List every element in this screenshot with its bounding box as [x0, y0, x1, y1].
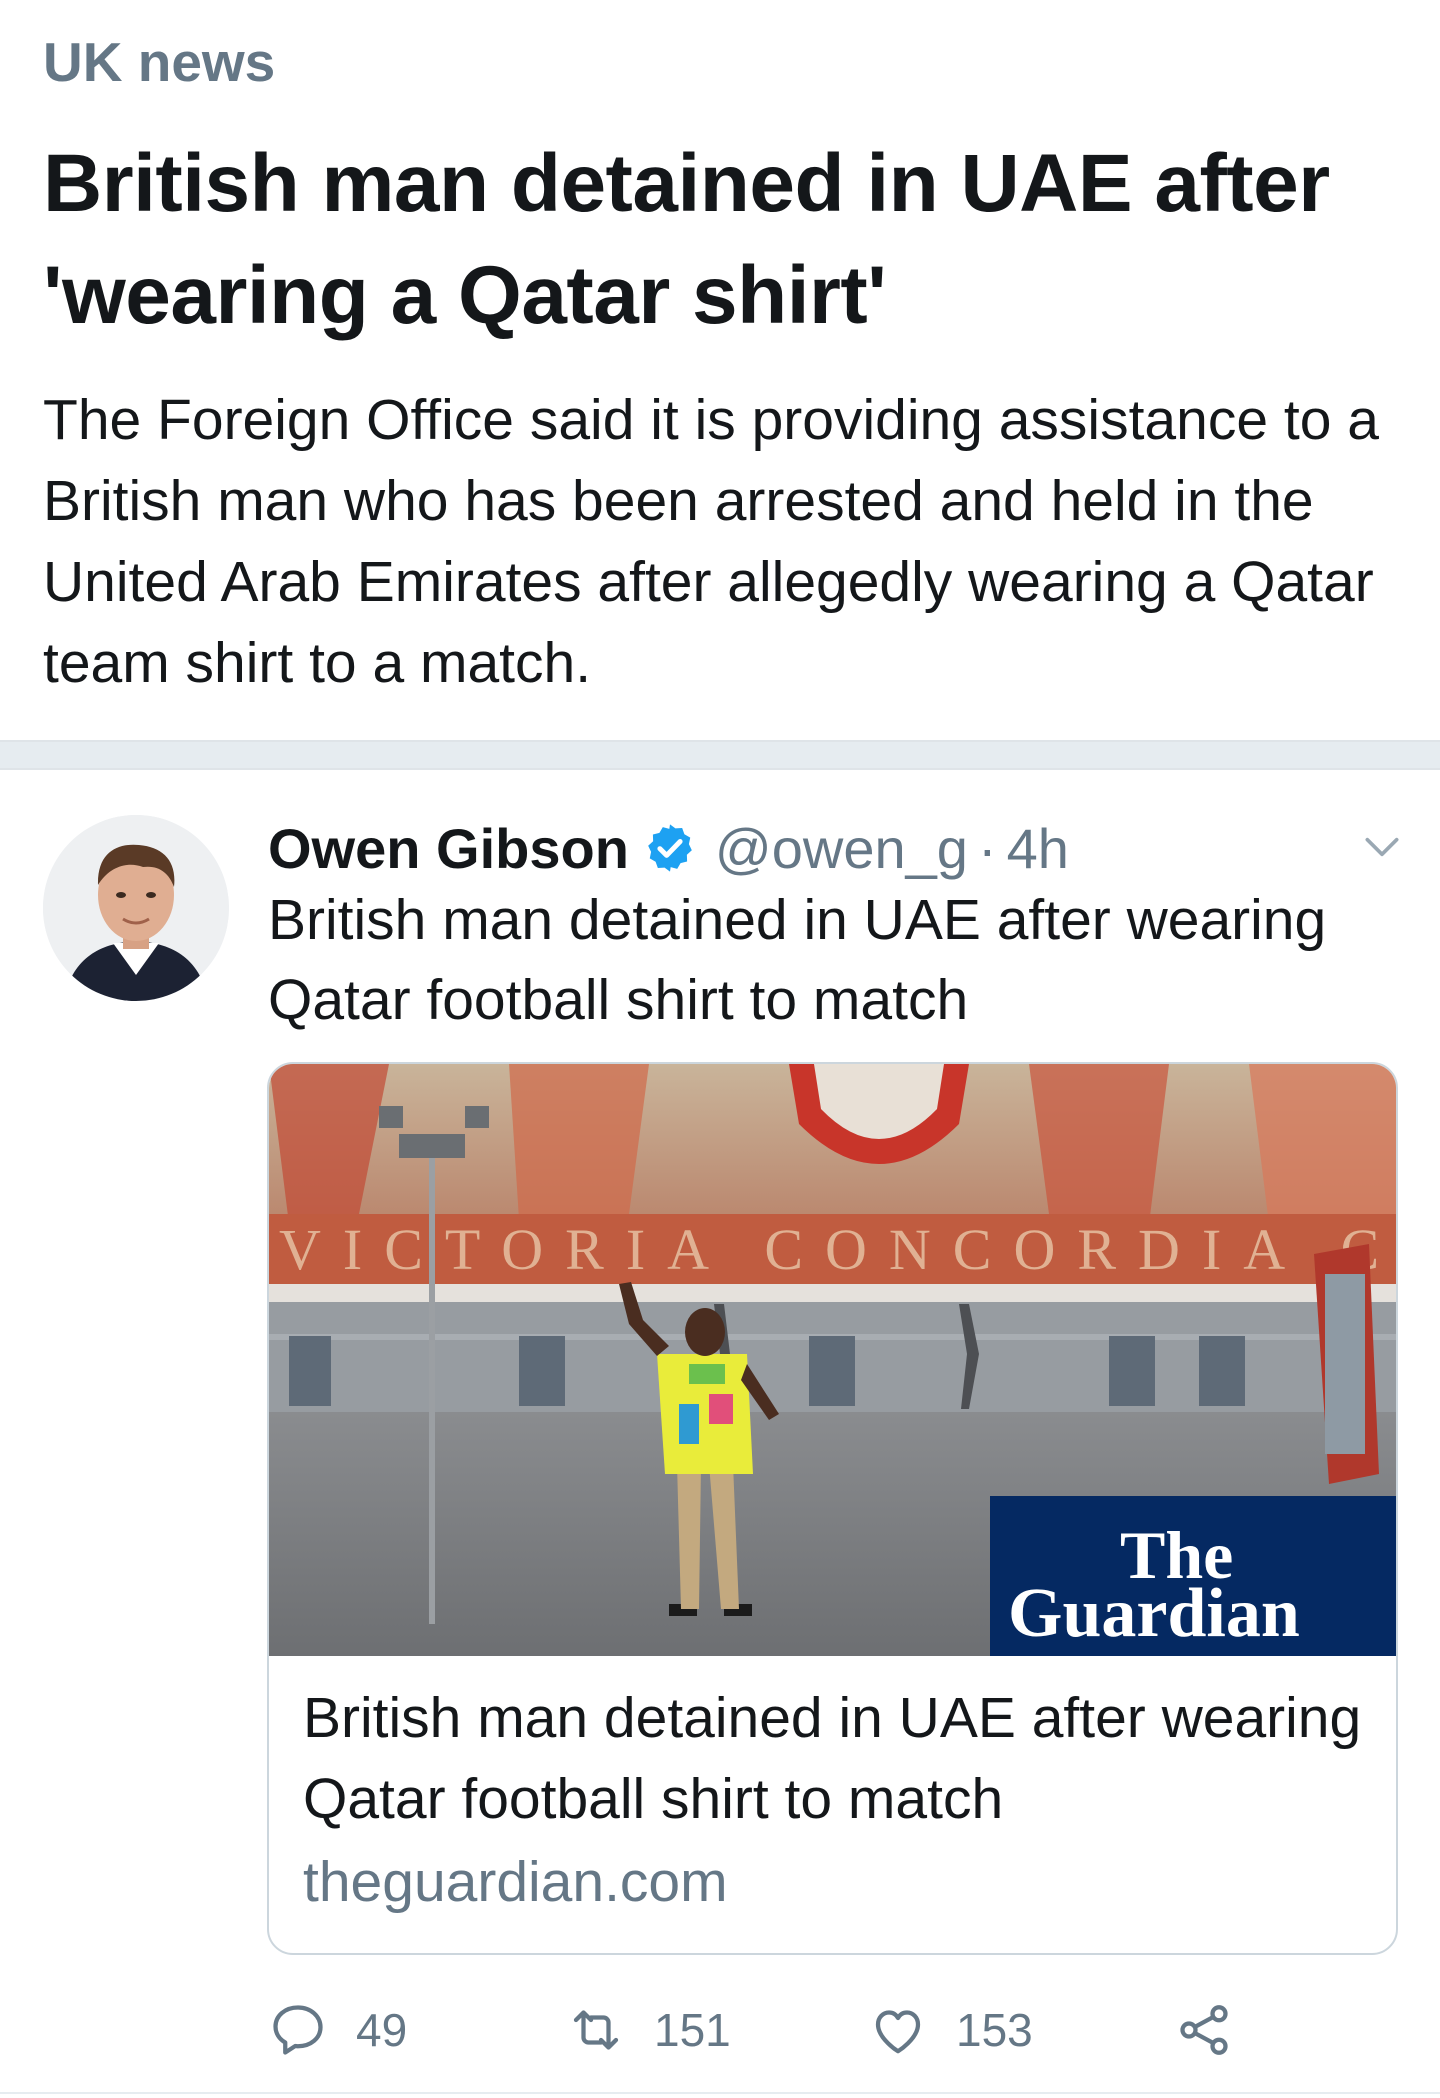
- share-icon: [1174, 2000, 1234, 2060]
- reply-button[interactable]: 49: [268, 1990, 407, 2070]
- stadium-banner-text: VICTORIA CONCORDIA CRES: [279, 1217, 1396, 1282]
- tweet-bottom-border: [0, 2092, 1440, 2094]
- article-category[interactable]: UK news: [43, 30, 275, 94]
- retweet-icon: [566, 2000, 626, 2060]
- article-summary: The Foreign Office said it is providing …: [43, 388, 1379, 695]
- author-name[interactable]: Owen Gibson: [268, 816, 629, 881]
- tweet-actions: 49 151 153: [268, 1990, 1398, 2070]
- reply-count: 49: [356, 2004, 408, 2056]
- author-handle[interactable]: @owen_g: [715, 816, 968, 881]
- heart-icon: [868, 2000, 928, 2060]
- tweet-timestamp[interactable]: 4h: [1007, 816, 1069, 881]
- article-headline[interactable]: British man detained in UAE after 'weari…: [43, 128, 1413, 352]
- guardian-logo-line2: Guardian: [1008, 1575, 1300, 1652]
- meta-separator: ·: [977, 816, 997, 880]
- retweet-button[interactable]: 151: [566, 1990, 731, 2070]
- avatar-portrait: [43, 815, 229, 1001]
- tweet[interactable]: Owen Gibson @owen_g · 4h British man det…: [0, 770, 1440, 2098]
- like-count: 153: [956, 2004, 1033, 2056]
- card-title[interactable]: British man detained in UAE after wearin…: [303, 1678, 1363, 1840]
- tweet-text: British man detained in UAE after wearin…: [268, 888, 1327, 1032]
- reply-icon: [268, 2000, 328, 2060]
- guardian-logo: The Guardian: [990, 1496, 1396, 1656]
- card-image: VICTORIA CONCORDIA CRES: [269, 1064, 1396, 1656]
- chevron-down-icon[interactable]: [1360, 825, 1404, 869]
- like-button[interactable]: 153: [868, 1990, 1033, 2070]
- tweet-header: Owen Gibson @owen_g · 4h: [268, 808, 1069, 888]
- article-header[interactable]: UK news British man detained in UAE afte…: [0, 0, 1440, 740]
- section-divider: [0, 740, 1440, 770]
- link-card[interactable]: VICTORIA CONCORDIA CRES: [267, 1062, 1398, 1955]
- verified-badge-icon: [643, 821, 697, 875]
- avatar[interactable]: [43, 815, 229, 1001]
- retweet-count: 151: [654, 2004, 731, 2056]
- share-button[interactable]: [1174, 1990, 1234, 2070]
- card-domain[interactable]: theguardian.com: [303, 1842, 728, 1923]
